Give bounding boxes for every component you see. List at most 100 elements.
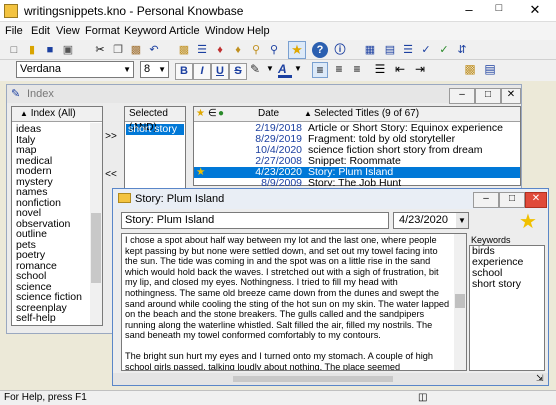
menu-view[interactable]: View — [56, 25, 80, 37]
bold-button[interactable]: B — [175, 63, 193, 80]
font-size-value: 8 — [144, 63, 151, 75]
filter-icon[interactable]: ✓ — [418, 42, 434, 58]
index-item[interactable]: poetry — [14, 250, 88, 261]
cut-icon[interactable]: ✂ — [92, 42, 108, 58]
close-icon[interactable]: ✕ — [520, 2, 550, 20]
resize-grip-icon[interactable]: ⇲ — [536, 373, 544, 384]
font-color-chevron-icon[interactable]: ▼ — [294, 64, 302, 73]
font-color-button[interactable]: A — [278, 62, 292, 78]
calendar-dropdown-icon[interactable]: ▼ — [456, 213, 468, 228]
story-minimize-icon[interactable]: – — [473, 192, 499, 208]
index-list-header[interactable]: ▲ Index (All) — [12, 107, 102, 122]
menu-help[interactable]: Help — [247, 25, 270, 37]
outdent-icon[interactable]: ⇤ — [392, 62, 408, 78]
table-row[interactable]: 8/9/2009 Story: The Job Hunt — [194, 178, 520, 186]
star-column-icon[interactable]: ★ — [196, 107, 205, 121]
article-list-icon[interactable]: ☰ — [194, 42, 210, 58]
open-icon[interactable]: ▮ — [24, 42, 40, 58]
table-row-selected[interactable]: ★ 4/23/2020 Story: Plum Island — [194, 167, 520, 178]
insert-date-icon[interactable]: ▩ — [462, 62, 478, 78]
paste-icon[interactable]: ▩ — [128, 42, 144, 58]
save-icon[interactable]: ■ — [42, 42, 58, 58]
story-restore-icon[interactable]: □ — [499, 192, 525, 208]
selected-keyword-item[interactable]: short story — [126, 124, 184, 135]
keywords-list[interactable]: birds experience school short story — [469, 245, 545, 371]
date-column-header[interactable]: Date — [258, 107, 279, 121]
index-scrollbar[interactable] — [90, 123, 102, 325]
index-close-icon[interactable]: ✕ — [501, 88, 521, 104]
article-paragraph: I chose a spot about half way between my… — [125, 235, 450, 341]
index-item[interactable]: map — [14, 145, 88, 156]
star-icon[interactable]: ★ — [288, 41, 306, 59]
index-item[interactable]: school — [14, 271, 88, 282]
info-icon[interactable]: ⓘ — [332, 42, 348, 58]
key-icon[interactable]: ⚲ — [248, 42, 264, 58]
underline-button[interactable]: U — [211, 63, 229, 80]
search-icon[interactable]: ⚲ — [266, 42, 282, 58]
index-restore-icon[interactable]: □ — [475, 88, 501, 104]
keyword-icon[interactable]: ♦ — [212, 42, 228, 58]
index-item[interactable]: novel — [14, 208, 88, 219]
favorite-star-icon[interactable]: ★ — [519, 209, 537, 234]
remove-keyword-button[interactable]: << — [103, 169, 119, 183]
index-item[interactable]: self-help — [14, 313, 88, 324]
align-left-icon[interactable]: ≡ — [312, 62, 328, 78]
print-icon[interactable]: ▣ — [60, 42, 76, 58]
maximize-icon[interactable]: □ — [484, 2, 514, 20]
check-icon[interactable]: ✓ — [436, 42, 452, 58]
title-column-header[interactable]: Selected Titles (9 of 67) — [314, 107, 419, 121]
index-item[interactable]: names — [14, 187, 88, 198]
indent-icon[interactable]: ⇥ — [412, 62, 428, 78]
index-header-label: Index (All) — [30, 108, 76, 119]
keyword-edit-icon[interactable]: ♦ — [230, 42, 246, 58]
spell-check-icon[interactable]: ▦ — [362, 42, 378, 58]
article-text-area[interactable]: I chose a spot about half way between my… — [121, 233, 467, 371]
status-indicator-icon: ◫ — [418, 392, 428, 403]
attachment-column-icon[interactable]: ∈ — [208, 107, 217, 121]
font-size-select[interactable]: 8 ▼ — [140, 61, 169, 78]
align-center-icon[interactable]: ≡ — [331, 62, 347, 78]
highlight-icon[interactable]: ✎ — [250, 62, 266, 78]
index-item[interactable]: outline — [14, 229, 88, 240]
article-scrollbar[interactable] — [454, 234, 466, 370]
link-column-icon[interactable]: ● — [218, 107, 224, 121]
undo-icon[interactable]: ↶ — [146, 42, 162, 58]
strikethrough-button[interactable]: S — [229, 63, 247, 80]
article-title-input[interactable]: Story: Plum Island — [121, 212, 389, 229]
insert-image-icon[interactable]: ▤ — [482, 62, 498, 78]
menu-window[interactable]: Window — [205, 25, 244, 37]
index-item[interactable]: science fiction — [14, 292, 88, 303]
help-icon[interactable]: ? — [312, 42, 328, 58]
keyword-item[interactable]: short story — [470, 279, 544, 290]
menu-bar: File Edit View Format Keyword Article Wi… — [0, 22, 556, 40]
menu-format[interactable]: Format — [85, 25, 120, 37]
menu-edit[interactable]: Edit — [31, 25, 50, 37]
index-scroll-thumb[interactable] — [91, 213, 101, 283]
story-close-icon[interactable]: ✕ — [525, 192, 547, 208]
bullet-list-icon[interactable]: ☰ — [372, 62, 388, 78]
copy-icon[interactable]: ❐ — [110, 42, 126, 58]
sort-icon[interactable]: ⇵ — [454, 42, 470, 58]
index-minimize-icon[interactable]: – — [449, 88, 475, 104]
font-select[interactable]: Verdana ▼ — [16, 61, 134, 78]
view-layout-icon[interactable]: ▤ — [382, 42, 398, 58]
italic-button[interactable]: I — [193, 63, 211, 80]
list-view-icon[interactable]: ☰ — [400, 42, 416, 58]
menu-file[interactable]: File — [5, 25, 23, 37]
article-scroll-thumb[interactable] — [455, 294, 465, 308]
add-keyword-button[interactable]: >> — [103, 131, 119, 145]
align-right-icon[interactable]: ≡ — [349, 62, 365, 78]
menu-keyword[interactable]: Keyword — [124, 25, 167, 37]
minimize-icon[interactable]: – — [454, 2, 484, 20]
titles-table: ★ ∈ ● Date ▲ Selected Titles (9 of 67) 2… — [193, 106, 521, 186]
index-item[interactable]: modern — [14, 166, 88, 177]
new-icon[interactable]: □ — [6, 42, 22, 58]
menu-article[interactable]: Article — [169, 25, 200, 37]
highlight-chevron-icon[interactable]: ▼ — [266, 64, 274, 73]
new-article-icon[interactable]: ▩ — [176, 42, 192, 58]
story-title-bar: Story: Plum Island – □ ✕ — [113, 189, 548, 209]
status-bar: For Help, press F1 ◫ — [0, 390, 556, 405]
article-date-input[interactable]: 4/23/2020 ▼ — [393, 212, 469, 229]
horizontal-scroll-thumb[interactable] — [233, 376, 393, 382]
index-item[interactable]: ideas — [14, 124, 88, 135]
